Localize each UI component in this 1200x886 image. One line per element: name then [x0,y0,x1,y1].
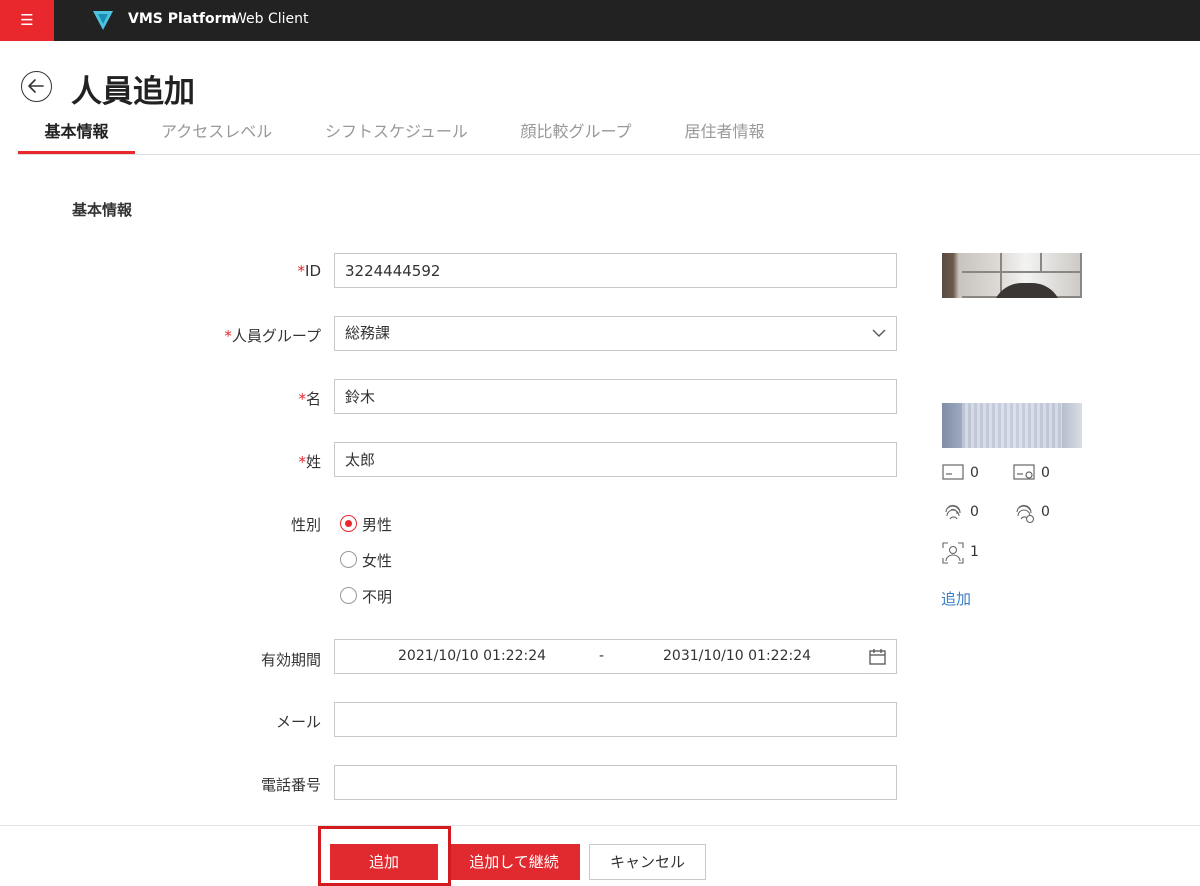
phone-label: 電話番号 [260,776,321,794]
gender-option-male[interactable]: 男性 [340,513,400,535]
cancel-button[interactable]: キャンセル [589,844,706,880]
add-and-continue-button[interactable]: 追加して継続 [448,844,580,880]
hamburger-icon: ☰ [20,11,34,29]
section-title: 基本情報 [72,201,133,219]
email-input[interactable] [334,702,897,737]
id-label: *ID [297,262,321,280]
calendar-icon [869,649,886,665]
page-title: 人員追加 [71,74,195,110]
validity-date-range[interactable]: 2021/10/10 01:22:24 - 2031/10/10 01:22:2… [334,639,897,674]
fingerprint-icon [945,504,961,520]
card-icon [942,464,964,480]
tab-resident-info[interactable]: 居住者情報 [684,118,765,154]
menu-button[interactable]: ☰ [0,0,54,41]
gender-option-unknown[interactable]: 不明 [340,585,400,607]
captured-photo[interactable] [942,253,1082,298]
tab-shift-schedule[interactable]: シフトスケジュール [325,118,468,154]
validity-label: 有効期間 [260,651,321,669]
first-name-label: *名 [298,390,321,408]
arrow-left-icon [28,79,44,93]
chevron-down-icon [872,329,886,337]
top-bar: ☰ VMS Platform Web Client [0,0,1200,41]
phone-input[interactable] [334,765,897,800]
app-subtitle: Web Client [233,11,309,27]
required-mark: * [298,390,306,408]
card-add-icon [1013,464,1035,480]
app-name: VMS Platform [128,11,237,27]
radio-icon [340,551,357,568]
gender-label: 性別 [290,516,321,534]
last-name-input[interactable] [334,442,897,477]
first-name-input[interactable] [334,379,897,414]
back-button[interactable] [21,71,52,102]
required-mark: * [224,327,232,345]
required-mark: * [298,453,306,471]
radio-checked-icon [340,515,357,532]
face-icon [942,542,964,564]
tab-basic-info[interactable]: 基本情報 [18,118,135,154]
date-separator: - [599,648,605,664]
validity-end: 2031/10/10 01:22:24 [663,648,812,664]
tab-bar: 基本情報 アクセスレベル シフトスケジュール 顔比較グループ 居住者情報 [18,110,1200,155]
radio-icon [340,587,357,604]
tab-face-comparison-group[interactable]: 顔比較グループ [520,118,632,154]
group-select[interactable]: 総務課 [334,316,897,351]
id-input[interactable] [334,253,897,288]
highlight-annotation [318,826,451,886]
last-name-label: *姓 [298,453,321,471]
profile-photo[interactable] [942,403,1082,448]
required-mark: * [297,262,306,280]
group-select-value: 総務課 [345,324,391,342]
logo-icon [93,11,113,30]
add-credential-link[interactable]: 追加 [941,588,971,609]
group-label: *人員グループ [224,327,321,345]
tab-access-level[interactable]: アクセスレベル [161,118,272,154]
validity-start: 2021/10/10 01:22:24 [398,648,547,664]
gender-option-female[interactable]: 女性 [340,549,400,571]
email-label: メール [275,713,321,731]
footer-divider [0,825,1200,826]
fingerprint-add-icon [1016,504,1035,524]
